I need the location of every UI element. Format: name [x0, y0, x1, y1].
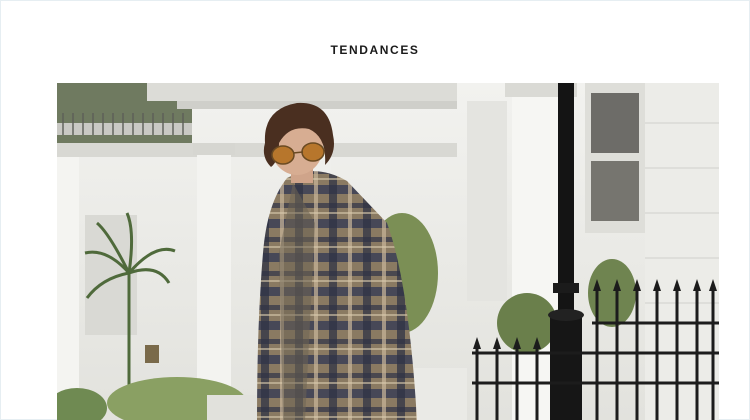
page: TENDANCES — [0, 0, 750, 420]
photo-illustration — [57, 83, 719, 420]
section-title: TENDANCES — [330, 43, 420, 57]
feature-photo[interactable] — [57, 83, 719, 420]
